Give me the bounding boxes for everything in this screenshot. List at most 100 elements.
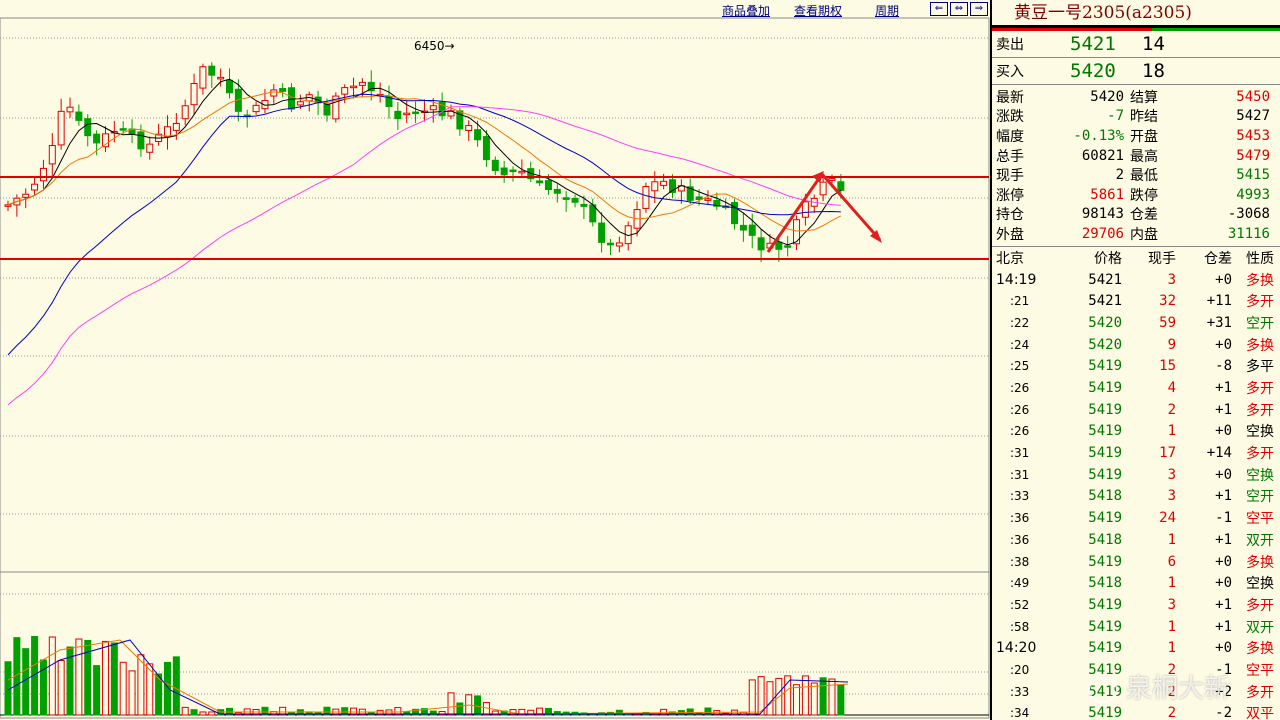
candle-body <box>429 105 437 111</box>
stat-row: 持仓 98143 仓差 -3068 <box>992 205 1280 225</box>
tick-time: :31 <box>1010 467 1030 482</box>
tick-oi-change: +0 <box>1215 423 1232 440</box>
tick-price: 5419 <box>1088 683 1122 700</box>
tick-time: :33 <box>1010 489 1030 504</box>
candle-body <box>270 89 278 97</box>
tick-nature: 空平 <box>1246 662 1274 679</box>
stat-value-2: 5427 <box>1236 108 1270 125</box>
tick-row[interactable]: :38 5419 6 +0 多换 <box>992 551 1280 573</box>
tick-row[interactable]: :36 5418 1 +1 双开 <box>992 529 1280 551</box>
tick-row[interactable]: :26 5419 4 +1 多开 <box>992 377 1280 399</box>
volume-bar <box>474 695 482 716</box>
tick-row[interactable]: :33 5419 2 +2 多开 <box>992 681 1280 703</box>
tick-nature: 多换 <box>1246 641 1274 658</box>
tick-price: 5419 <box>1088 553 1122 570</box>
stat-value: 5861 <box>1090 186 1124 203</box>
tick-row[interactable]: :34 5419 2 -2 双平 <box>992 703 1280 720</box>
stat-label: 涨停 <box>996 187 1024 204</box>
candle-body <box>518 170 526 174</box>
kline-chart[interactable] <box>0 0 990 720</box>
tick-time: :31 <box>1010 446 1030 461</box>
candle-body <box>739 224 747 231</box>
chart-frame <box>0 17 990 719</box>
candle-body <box>137 131 145 150</box>
tick-oi-change: +0 <box>1215 575 1232 592</box>
stat-label: 总手 <box>996 148 1024 165</box>
candle-body <box>226 79 233 94</box>
volume-bar <box>456 702 464 716</box>
tick-list[interactable]: 14:19 5421 3 +0 多换 :21 5421 32 +11 多开:22 5420 59 +31… <box>992 269 1280 720</box>
period-link[interactable]: 周期 <box>875 2 899 19</box>
stat-value-2: 31116 <box>1227 225 1270 242</box>
stat-label-2: 内盘 <box>1130 226 1158 243</box>
tick-row[interactable]: :20 5419 2 -1 空平 <box>992 659 1280 681</box>
candle-body <box>66 106 74 113</box>
tick-time: :36 <box>1010 511 1030 526</box>
stat-row: 外盘 29706 内盘 31116 <box>992 224 1280 244</box>
tick-price: 5418 <box>1088 531 1122 548</box>
tick-nature: 多换 <box>1246 554 1274 571</box>
stat-value: 2 <box>1115 167 1124 184</box>
tick-row[interactable]: :24 5420 9 +0 多换 <box>992 334 1280 356</box>
tick-oi-change: +31 <box>1206 314 1232 331</box>
stat-value: -7 <box>1107 108 1124 125</box>
tick-row[interactable]: 14:20 5419 1 +0 多换 <box>992 637 1280 659</box>
view-options-link[interactable]: 查看期权 <box>794 2 842 19</box>
tick-row[interactable]: :49 5418 1 +0 空换 <box>992 572 1280 594</box>
tick-oi-change: +1 <box>1215 488 1232 505</box>
tick-time: :20 <box>1010 662 1030 677</box>
stat-label: 涨跌 <box>996 109 1024 126</box>
tick-row[interactable]: :52 5419 3 +1 多开 <box>992 594 1280 616</box>
candle-body <box>819 181 827 196</box>
tick-row[interactable]: :33 5418 3 +1 空开 <box>992 486 1280 508</box>
candle-body <box>172 122 180 131</box>
tick-row[interactable]: :22 5420 59 +31 空开 <box>992 312 1280 334</box>
candle-body <box>837 181 845 191</box>
tick-price: 5419 <box>1088 466 1122 483</box>
tick-row[interactable]: :25 5419 15 -8 多平 <box>992 356 1280 378</box>
tick-nature: 双平 <box>1246 706 1274 720</box>
tick-row[interactable]: :31 5419 3 +0 空换 <box>992 464 1280 486</box>
tick-price: 5419 <box>1088 596 1122 613</box>
stat-row: 现手 2 最低 5415 <box>992 165 1280 185</box>
tick-oi-change: +1 <box>1215 380 1232 397</box>
tick-time: :38 <box>1010 554 1030 569</box>
tick-row[interactable]: :36 5419 24 -1 空平 <box>992 507 1280 529</box>
bid-volume: 18 <box>1142 60 1165 82</box>
volume-bar <box>828 678 836 716</box>
tick-price: 5420 <box>1088 314 1122 331</box>
tick-row[interactable]: :31 5419 17 +14 多开 <box>992 442 1280 464</box>
nav-right-icon[interactable]: ⇒ <box>970 2 988 16</box>
candle-body <box>748 224 756 236</box>
tick-time: :26 <box>1010 381 1030 396</box>
kline-chart-area[interactable]: 商品叠加 查看期权 周期 ⇐ ⇔ ⇒ 6450→ <box>0 0 990 720</box>
tick-header-nature: 性质 <box>1246 250 1274 267</box>
tick-row[interactable]: :26 5419 1 +0 空换 <box>992 421 1280 443</box>
tick-volume: 2 <box>1167 683 1176 700</box>
nav-left-icon[interactable]: ⇐ <box>930 2 948 16</box>
candle-body <box>341 87 349 95</box>
tick-oi-change: +2 <box>1215 683 1232 700</box>
tick-oi-change: +0 <box>1215 271 1232 288</box>
candle-body <box>350 85 358 89</box>
tick-row[interactable]: :26 5419 2 +1 多开 <box>992 399 1280 421</box>
nav-zoom-icon[interactable]: ⇔ <box>950 2 968 16</box>
tick-price: 5421 <box>1088 293 1122 310</box>
tick-nature: 空换 <box>1246 424 1274 441</box>
volume-bar <box>208 711 216 716</box>
tick-row[interactable]: :58 5419 1 +1 双开 <box>992 616 1280 638</box>
stat-label: 最新 <box>996 89 1024 106</box>
candle-body <box>4 204 12 207</box>
stat-value-2: 4993 <box>1236 186 1270 203</box>
tick-volume: 2 <box>1167 661 1176 678</box>
tick-row[interactable]: 14:19 5421 3 +0 多换 <box>992 269 1280 291</box>
candle-body <box>562 197 570 200</box>
overlay-commodity-link[interactable]: 商品叠加 <box>722 2 770 19</box>
tick-price: 5419 <box>1088 445 1122 462</box>
tick-row[interactable]: :21 5421 32 +11 多开 <box>992 290 1280 312</box>
tick-price: 5421 <box>1088 271 1122 288</box>
tick-time: 14:19 <box>996 271 1037 288</box>
tick-volume: 3 <box>1167 488 1176 505</box>
candle-body <box>544 180 552 191</box>
stat-label-2: 最高 <box>1130 148 1158 165</box>
